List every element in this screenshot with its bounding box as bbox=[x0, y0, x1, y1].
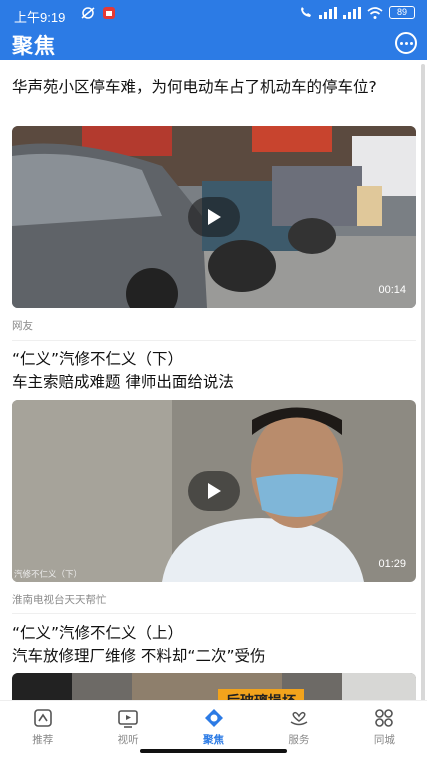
video-overlay-caption: 汽修不仁义（下） bbox=[14, 570, 83, 580]
play-button[interactable] bbox=[188, 197, 240, 237]
status-time: 上午9:19 bbox=[14, 10, 66, 25]
nav-label: 视听 bbox=[117, 734, 139, 746]
play-icon bbox=[208, 483, 221, 499]
page-title: 聚焦 bbox=[12, 34, 56, 58]
article-title-line2[interactable]: 汽车放修理厂维修 不料却“二次”受伤 bbox=[12, 645, 414, 667]
play-icon bbox=[208, 209, 221, 225]
app-header: 上午9:19 89 聚焦 bbox=[0, 0, 427, 60]
status-system-icons: 89 bbox=[299, 6, 415, 19]
focus-icon bbox=[204, 709, 223, 727]
video-thumbnail[interactable]: 00:14 bbox=[12, 126, 416, 308]
more-dots-icon bbox=[399, 41, 403, 45]
call-icon bbox=[301, 6, 311, 17]
status-notification-icons bbox=[80, 6, 116, 20]
battery-icon: 89 bbox=[389, 6, 415, 19]
app-badge-icon bbox=[103, 7, 115, 19]
nav-label: 推荐 bbox=[32, 734, 54, 746]
article-title[interactable]: 华声苑小区停车难，为何电动车占了机动车的停车位? bbox=[12, 76, 414, 98]
article-source: 淮南电视台天天帮忙 bbox=[12, 594, 107, 606]
article-title-line2[interactable]: 车主索赔成难题 律师出面给说法 bbox=[12, 371, 414, 393]
divider bbox=[12, 340, 416, 341]
news-feed[interactable]: 华声苑小区停车难，为何电动车占了机动车的停车位? 00:14 网友 “仁义”汽修… bbox=[0, 60, 427, 700]
feed-scrollbar[interactable] bbox=[421, 64, 425, 704]
tv-icon bbox=[118, 710, 138, 728]
article-title-line1[interactable]: “仁义”汽修不仁义（下） bbox=[12, 348, 414, 370]
wifi-icon bbox=[367, 6, 383, 19]
heart-hand-icon bbox=[290, 711, 308, 726]
nav-item-recommend[interactable]: 推荐 bbox=[0, 701, 85, 760]
more-options-button[interactable] bbox=[395, 32, 417, 54]
article-title-line1[interactable]: “仁义”汽修不仁义（上） bbox=[12, 622, 414, 644]
nav-label: 服务 bbox=[288, 734, 310, 746]
signal-icon bbox=[319, 6, 337, 19]
nav-label: 同城 bbox=[373, 734, 395, 746]
video-thumbnail[interactable]: 汽修不仁义（下） 01:29 bbox=[12, 400, 416, 582]
video-overlay-sign: 后玻璃损坏 bbox=[218, 689, 304, 700]
video-duration: 01:29 bbox=[378, 558, 406, 570]
divider bbox=[12, 613, 416, 614]
recommend-icon bbox=[33, 709, 52, 727]
home-indicator[interactable] bbox=[140, 749, 287, 753]
more-dots-icon bbox=[404, 41, 408, 45]
video-thumbnail[interactable]: 后玻璃损坏 bbox=[12, 673, 416, 700]
more-dots-icon bbox=[409, 41, 413, 45]
notification-bell-off-icon bbox=[81, 7, 95, 19]
video-duration: 00:14 bbox=[378, 284, 406, 296]
article-source: 网友 bbox=[12, 320, 33, 332]
grid-icon bbox=[375, 709, 394, 727]
broken-window-image bbox=[12, 673, 416, 700]
status-bar: 上午9:19 89 bbox=[0, 0, 427, 28]
signal-2-icon bbox=[343, 6, 361, 19]
play-button[interactable] bbox=[188, 471, 240, 511]
nav-label: 聚焦 bbox=[203, 734, 225, 746]
nav-item-local[interactable]: 同城 bbox=[342, 701, 427, 760]
